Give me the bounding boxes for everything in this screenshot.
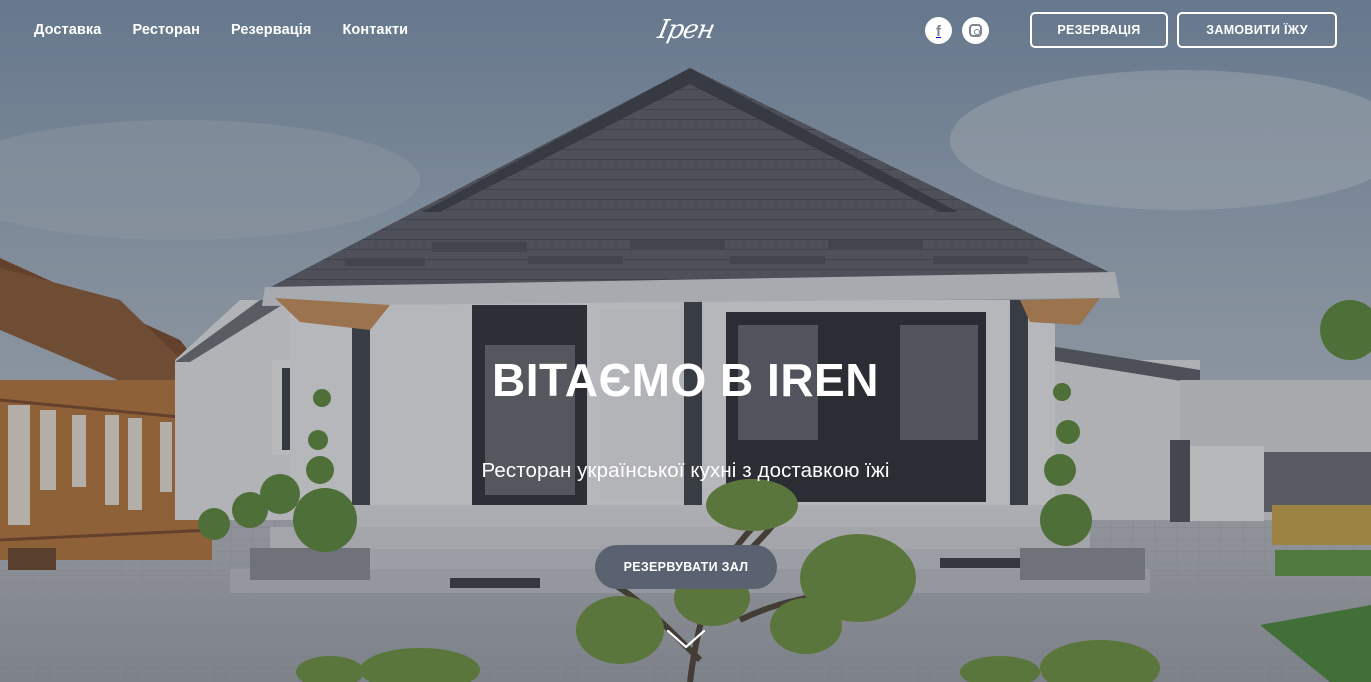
instagram-icon — [969, 24, 982, 37]
hero-title: ВІТАЄМО В IREN — [492, 354, 879, 406]
nav-link-restaurant[interactable]: Ресторан — [132, 20, 200, 40]
logo-wordmark: Ірен — [655, 15, 717, 45]
social-links: f — [925, 17, 989, 44]
facebook-icon: f — [936, 23, 941, 40]
nav-link-reservation[interactable]: Резервація — [231, 20, 312, 40]
reserve-hall-button[interactable]: РЕЗЕРВУВАТИ ЗАЛ — [595, 545, 777, 589]
main-nav: Доставка Ресторан Резервація Контакти — [34, 20, 408, 40]
site-logo[interactable]: Ірен — [655, 8, 717, 52]
nav-link-delivery[interactable]: Доставка — [34, 20, 101, 40]
facebook-link[interactable]: f — [925, 17, 952, 44]
reservation-button[interactable]: РЕЗЕРВАЦІЯ — [1030, 12, 1168, 48]
instagram-link[interactable] — [962, 17, 989, 44]
nav-link-contacts[interactable]: Контакти — [342, 20, 408, 40]
chevron-down-icon[interactable] — [666, 628, 706, 650]
order-food-button[interactable]: ЗАМОВИТИ ЇЖУ — [1177, 12, 1337, 48]
hero-subtitle: Ресторан української кухні з доставкою ї… — [481, 459, 890, 482]
